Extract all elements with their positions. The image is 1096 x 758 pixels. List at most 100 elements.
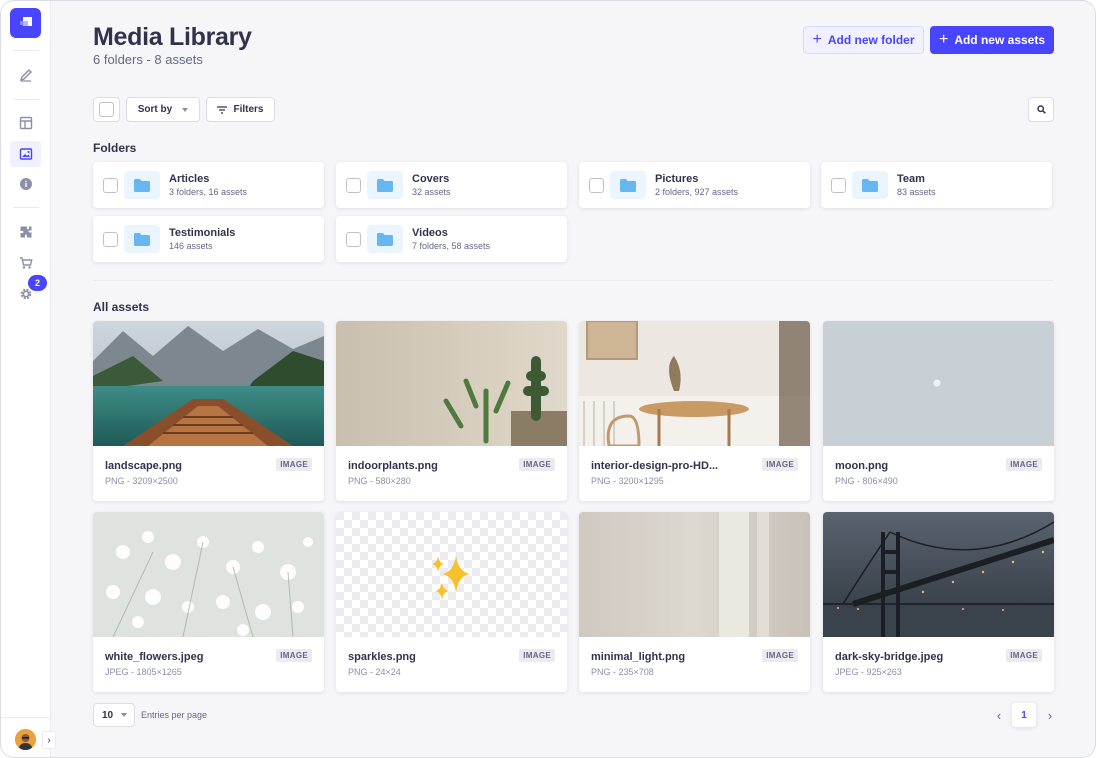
asset-type-badge: IMAGE [519,458,555,471]
folder-card[interactable]: Articles 3 folders, 16 assets [93,162,324,208]
folder-icon [367,171,403,199]
filters-label: Filters [233,104,264,115]
folder-card[interactable]: Team 83 assets [821,162,1052,208]
section-divider [93,280,1054,281]
asset-thumbnail [93,512,324,637]
page-subtitle: 6 folders - 8 assets [93,52,203,67]
folder-icon [367,225,403,253]
folder-name: Testimonials [169,227,236,239]
asset-meta: PNG - 235×708 [591,667,654,677]
plugins-icon[interactable] [10,219,41,245]
folder-name: Articles [169,173,210,185]
filter-icon [217,105,228,114]
asset-type-badge: IMAGE [519,649,555,662]
asset-card[interactable]: moon.png IMAGE PNG - 806×490 [823,321,1054,501]
folder-card[interactable]: Pictures 2 folders, 927 assets [579,162,810,208]
nav-divider [13,99,39,100]
asset-thumbnail [823,321,1054,446]
asset-name: moon.png [835,460,889,472]
add-new-folder-button[interactable]: + Add new folder [803,26,924,54]
asset-thumbnail [579,321,810,446]
asset-type-badge: IMAGE [276,649,312,662]
content-manager-icon[interactable] [10,62,41,88]
folder-checkbox[interactable] [346,178,361,193]
folder-name: Covers [412,173,450,185]
checkbox[interactable] [99,102,114,117]
page-1-button[interactable]: 1 [1012,703,1036,727]
previous-page-icon[interactable]: ‹ [992,707,1006,723]
folder-checkbox[interactable] [103,178,118,193]
asset-name: minimal_light.png [591,651,686,663]
add-new-assets-button[interactable]: + Add new assets [930,26,1054,54]
collapse-nav-button[interactable]: › [42,731,56,749]
folder-card[interactable]: Covers 32 assets [336,162,567,208]
chevron-down-icon [121,713,128,717]
nav-divider [1,717,51,718]
asset-type-badge: IMAGE [1006,649,1042,662]
folder-meta: 83 assets [897,187,936,197]
plus-icon: + [812,31,822,48]
asset-card[interactable]: indoorplants.png IMAGE PNG - 580×280 [336,321,567,501]
avatar[interactable] [15,729,36,750]
asset-type-badge: IMAGE [276,458,312,471]
nav-divider [13,50,39,51]
asset-meta: JPEG - 925×263 [835,667,902,677]
asset-card[interactable]: sparkles.png IMAGE PNG - 24×24 [336,512,567,692]
asset-card[interactable]: minimal_light.png IMAGE PNG - 235×708 [579,512,810,692]
asset-thumbnail [336,512,567,637]
next-page-icon[interactable]: › [1043,707,1057,723]
sort-by-label: Sort by [137,104,173,115]
page-title: Media Library [93,23,252,51]
folder-checkbox[interactable] [103,232,118,247]
entries-per-page-select[interactable]: 10 [93,703,135,727]
plus-icon: + [938,31,949,48]
asset-thumbnail [336,321,567,446]
strapi-logo[interactable] [10,8,41,38]
folder-checkbox[interactable] [589,178,604,193]
asset-thumbnail [579,512,810,637]
search-button[interactable] [1028,97,1054,122]
content-type-builder-icon[interactable] [10,110,41,136]
filters-button[interactable]: Filters [206,97,275,122]
asset-name: indoorplants.png [348,460,438,472]
asset-type-badge: IMAGE [1006,458,1042,471]
asset-meta: PNG - 24×24 [348,667,401,677]
asset-type-badge: IMAGE [762,649,798,662]
info-icon[interactable] [10,171,41,197]
asset-meta: PNG - 580×280 [348,476,411,486]
folders-section-title: Folders [93,141,137,155]
asset-meta: PNG - 806×490 [835,476,898,486]
folder-icon [124,171,160,199]
folder-meta: 32 assets [412,187,451,197]
add-new-assets-label: Add new assets [954,33,1046,47]
select-all-checkbox[interactable] [93,97,120,122]
chevron-down-icon [182,107,189,112]
folder-meta: 7 folders, 58 assets [412,241,491,251]
folder-card[interactable]: Videos 7 folders, 58 assets [336,216,567,262]
folder-card[interactable]: Testimonials 146 assets [93,216,324,262]
asset-name: interior-design-pro-HD... [591,460,719,472]
asset-card[interactable]: dark-sky-bridge.jpeg IMAGE JPEG - 925×26… [823,512,1054,692]
folder-checkbox[interactable] [346,232,361,247]
folder-icon [852,171,888,199]
media-library-icon[interactable] [10,141,41,167]
asset-meta: PNG - 3200×1295 [591,476,664,486]
folder-name: Team [897,173,925,185]
asset-name: white_flowers.jpeg [105,651,204,663]
asset-card[interactable]: landscape.png IMAGE PNG - 3209×2500 [93,321,324,501]
asset-card[interactable]: interior-design-pro-HD... IMAGE PNG - 32… [579,321,810,501]
sort-by-dropdown[interactable]: Sort by [126,97,200,122]
folder-meta: 146 assets [169,241,213,251]
folder-meta: 3 folders, 16 assets [169,187,248,197]
asset-name: sparkles.png [348,651,416,663]
entries-per-page-label: Entries per page [141,710,208,720]
app-window: 2 › Media Library 6 folders - 8 assets +… [0,0,1096,758]
asset-card[interactable]: white_flowers.jpeg IMAGE JPEG - 1805×126… [93,512,324,692]
entries-per-page-value: 10 [102,709,114,721]
marketplace-icon[interactable] [10,250,41,276]
assets-section-title: All assets [93,300,150,314]
folder-name: Pictures [655,173,699,185]
nav-divider [13,207,39,208]
folder-checkbox[interactable] [831,178,846,193]
folder-icon [610,171,646,199]
